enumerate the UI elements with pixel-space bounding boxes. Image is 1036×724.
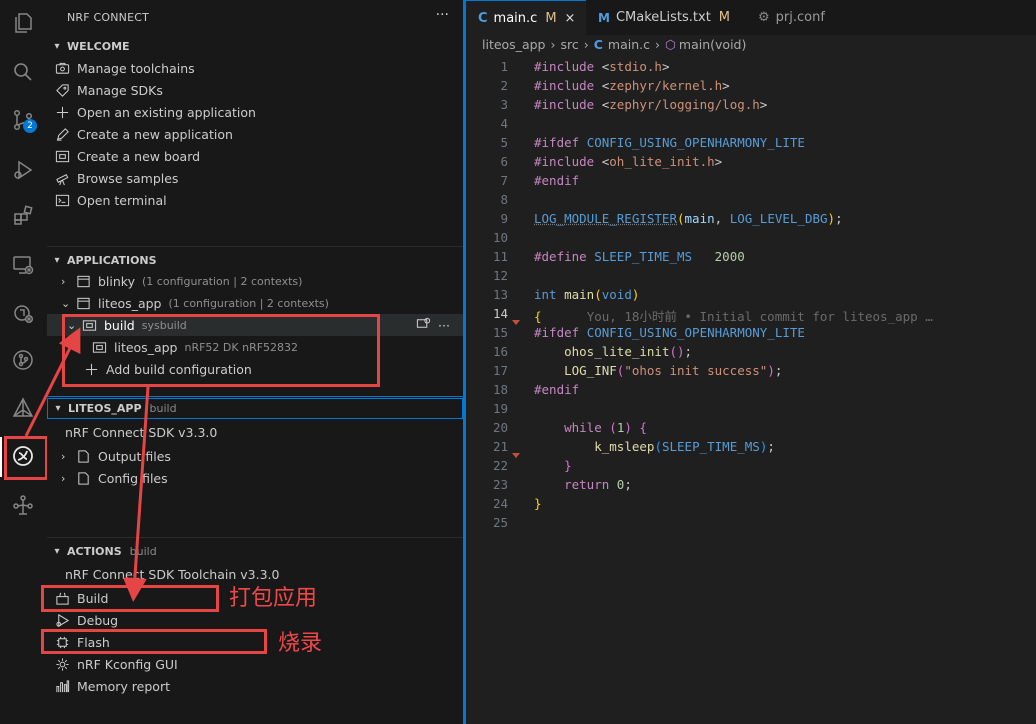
line-number: 16 <box>492 344 508 359</box>
tab-label: prj.conf <box>775 10 825 25</box>
gear-icon: ⚙ <box>758 10 770 25</box>
tab-label: main.c <box>493 10 538 26</box>
code-line: #include <zephyr/kernel.h> <box>534 78 730 93</box>
line-number: 8 <box>500 192 508 207</box>
line-number: 6 <box>500 154 508 169</box>
tab-label: CMakeLists.txt <box>615 10 711 25</box>
breadcrumb: liteos_app › src › C main.c › ⬡ main(voi… <box>482 37 746 52</box>
arrow-to-build-config <box>24 327 81 437</box>
code-line: } <box>534 496 542 511</box>
gutter-change-marker <box>512 453 520 458</box>
line-number: 2 <box>500 78 508 93</box>
line-number: 23 <box>492 477 508 492</box>
line-number: 25 <box>492 515 508 530</box>
line-number: 18 <box>492 382 508 397</box>
code-line: #endif <box>534 173 580 188</box>
code-line: #define SLEEP_TIME_MS 2000 <box>534 249 745 264</box>
chevron-right-icon: › <box>583 37 589 52</box>
line-number: 21 <box>492 439 508 454</box>
cmake-file-icon: M <box>598 10 610 25</box>
line-number: 15 <box>492 325 508 340</box>
modified-badge: M <box>545 10 557 26</box>
line-number: 20 <box>492 420 508 435</box>
gutter-change-marker <box>512 320 520 325</box>
line-number: 10 <box>492 230 508 245</box>
c-file-icon: C <box>593 37 603 52</box>
code-line: ohos_lite_init(); <box>564 344 693 359</box>
line-number: 13 <box>492 287 508 302</box>
code-line: { You, 18小时前 • Initial commit for liteos… <box>534 309 933 324</box>
code-line: int main(void) <box>534 287 640 302</box>
chevron-right-icon: › <box>655 37 660 52</box>
code-line: #include <stdio.h> <box>534 59 670 74</box>
breadcrumb-item[interactable]: src <box>560 37 578 52</box>
editor: C main.c M × M CMakeLists.txt M ⚙ prj.co… <box>466 0 1036 724</box>
tab-cmakelists[interactable]: M CMakeLists.txt M <box>586 0 744 35</box>
line-number: 14 <box>492 306 508 321</box>
tab-bar: C main.c M × M CMakeLists.txt M ⚙ prj.co… <box>466 0 1036 35</box>
line-number: 12 <box>492 268 508 283</box>
code-line: #ifdef CONFIG_USING_OPENHARMONY_LITE <box>534 325 805 340</box>
c-file-icon: C <box>478 10 488 26</box>
code-line: #endif <box>534 382 580 397</box>
line-number: 3 <box>500 97 508 112</box>
tab-main-c[interactable]: C main.c M × <box>466 0 586 35</box>
code-line: while (1) { <box>564 420 647 435</box>
line-number: 1 <box>500 59 508 74</box>
breadcrumb-item[interactable]: main.c <box>608 37 650 52</box>
git-blame-text: You, 18小时前 • Initial commit for liteos_a… <box>586 309 933 324</box>
code-line: LOG_MODULE_REGISTER(main, LOG_LEVEL_DBG)… <box>534 211 843 226</box>
line-number: 19 <box>492 401 508 416</box>
line-number: 17 <box>492 363 508 378</box>
line-number: 11 <box>492 249 508 264</box>
modified-badge: M <box>718 10 731 25</box>
code-line: #include <zephyr/logging/log.h> <box>534 97 768 112</box>
code-line: #ifdef CONFIG_USING_OPENHARMONY_LITE <box>534 135 805 150</box>
code-line: k_msleep(SLEEP_TIME_MS); <box>594 439 775 454</box>
code-line: } <box>564 458 572 473</box>
line-number: 4 <box>500 116 508 131</box>
line-number: 24 <box>492 496 508 511</box>
tab-prj-conf[interactable]: ⚙ prj.conf <box>746 0 866 35</box>
line-number: 5 <box>500 135 508 150</box>
line-number: 7 <box>500 173 508 188</box>
chevron-right-icon: › <box>550 37 556 52</box>
line-number: 22 <box>492 458 508 473</box>
breadcrumb-item[interactable]: main(void) <box>679 37 746 52</box>
line-number: 9 <box>500 211 508 226</box>
breadcrumb-item[interactable]: liteos_app <box>482 37 545 52</box>
close-icon[interactable]: × <box>565 11 576 26</box>
function-icon: ⬡ <box>665 37 676 52</box>
arrow-to-build-action <box>122 386 150 602</box>
code-line: #include <oh_lite_init.h> <box>534 154 723 169</box>
code-line: return 0; <box>564 477 632 492</box>
code-line: LOG_INF("ohos init success"); <box>564 363 783 378</box>
